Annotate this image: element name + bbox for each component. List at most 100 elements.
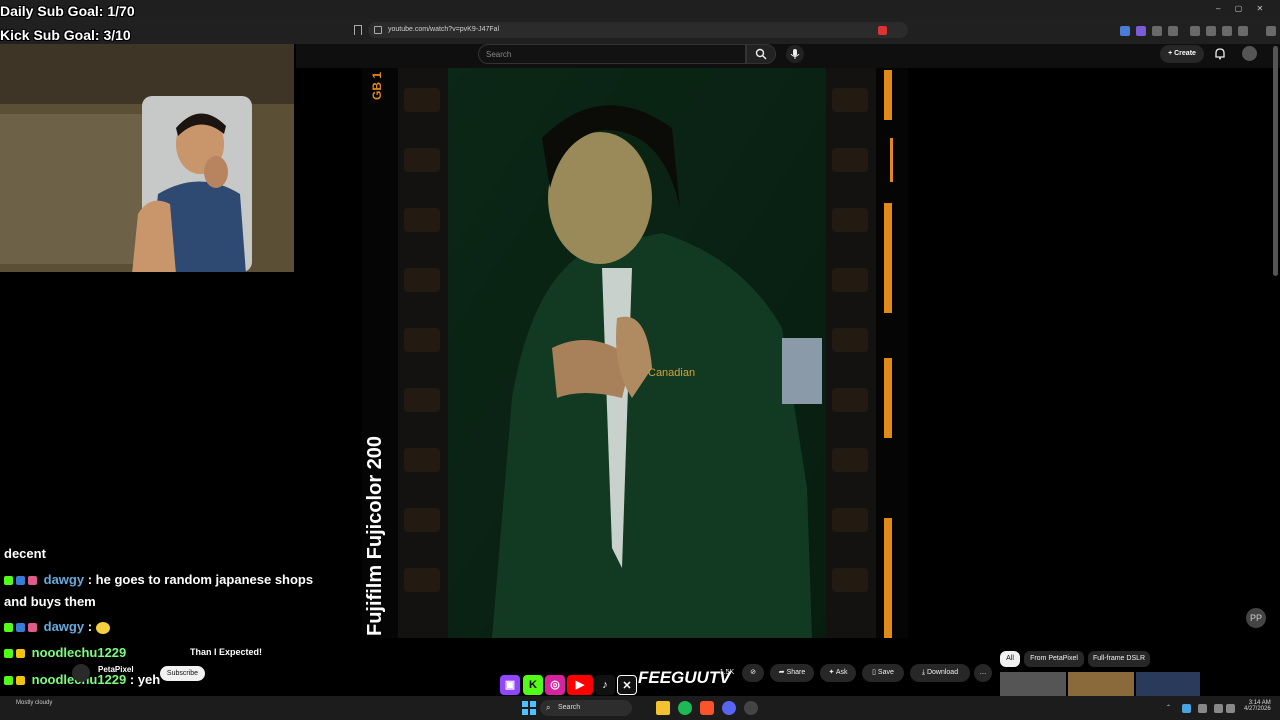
- notifications-button[interactable]: [1214, 47, 1226, 65]
- page-scrollbar[interactable]: [1273, 46, 1278, 276]
- bookmark-icon[interactable]: [354, 25, 362, 35]
- clock-date: 4/27/2026: [1244, 706, 1271, 712]
- chat-message: and buys them: [4, 594, 96, 609]
- chat-username[interactable]: dawgy: [44, 572, 84, 587]
- discord-icon[interactable]: [722, 701, 736, 715]
- twitch-icon: ▣: [500, 675, 520, 695]
- microphone-icon: [790, 49, 800, 59]
- file-explorer-icon[interactable]: [656, 701, 670, 715]
- thumbnail[interactable]: [1000, 672, 1066, 696]
- thumbnail[interactable]: [1136, 672, 1200, 696]
- search-input[interactable]: Search: [478, 44, 746, 64]
- more-actions-button[interactable]: …: [974, 664, 992, 682]
- youtube-icon: ▶: [567, 675, 593, 695]
- extension-icon[interactable]: [1120, 26, 1130, 36]
- channel-watermark[interactable]: PP: [1246, 608, 1266, 628]
- search-button[interactable]: [746, 44, 776, 64]
- weather-widget[interactable]: Mostly cloudy: [16, 700, 52, 706]
- media-icon[interactable]: [1190, 26, 1200, 36]
- chat-text: decent: [4, 546, 46, 561]
- windows-icon: [522, 701, 536, 715]
- thumbs-down-icon: ⊘: [750, 669, 756, 676]
- spotify-icon[interactable]: [678, 701, 692, 715]
- tray-app-icon[interactable]: [1198, 704, 1207, 713]
- minimize-button[interactable]: –: [1216, 4, 1220, 13]
- ask-button[interactable]: ✦ Ask: [820, 664, 856, 682]
- sparkle-icon: ✦: [828, 669, 836, 676]
- daily-sub-goal: Daily Sub Goal: 1/70: [0, 3, 135, 19]
- channel-name[interactable]: PetaPixel: [98, 665, 134, 674]
- tray-app-icon[interactable]: [1182, 704, 1191, 713]
- kick-badge-icon: [4, 649, 13, 659]
- wallet-icon[interactable]: [1222, 26, 1232, 36]
- close-button[interactable]: ✕: [1256, 4, 1263, 13]
- chat-message: decent: [4, 546, 46, 561]
- chat-message: dawgy :: [4, 619, 110, 634]
- create-button[interactable]: + Create: [1160, 45, 1204, 63]
- chip-from-petapixel[interactable]: From PetaPixel: [1024, 651, 1084, 667]
- channel-avatar[interactable]: [72, 664, 90, 682]
- vpn-icon[interactable]: [1238, 26, 1248, 36]
- chip-all[interactable]: All: [1000, 651, 1020, 667]
- create-label: Create: [1174, 50, 1196, 57]
- download-button[interactable]: ⤓ Download: [910, 664, 970, 682]
- share-icon: ➦: [778, 669, 787, 676]
- webcam-image: [0, 44, 294, 272]
- dislike-button[interactable]: ⊘: [742, 664, 764, 682]
- thumbnail[interactable]: [1068, 672, 1134, 696]
- brave-shield-icon[interactable]: [878, 26, 887, 35]
- split-view-icon[interactable]: [1206, 26, 1216, 36]
- extension-icon[interactable]: [1136, 26, 1146, 36]
- tiktok-icon: ♪: [595, 675, 615, 695]
- kick-badge-icon: [4, 676, 13, 686]
- avatar[interactable]: [1242, 46, 1257, 61]
- chat-message: noodlechu1229: [4, 645, 126, 660]
- sub-badge-icon: [16, 623, 25, 633]
- chat-text: :: [87, 619, 93, 634]
- chat-text: and buys them: [4, 594, 96, 609]
- site-info-icon[interactable]: [374, 26, 382, 34]
- share-label: Share: [786, 669, 806, 676]
- sidebar-icon[interactable]: [1168, 26, 1178, 36]
- instagram-icon: ◎: [545, 675, 565, 695]
- subscribe-button[interactable]: Subscribe: [160, 666, 205, 681]
- tray-chevron-icon[interactable]: ⌃: [1166, 704, 1171, 711]
- maximize-button[interactable]: ▢: [1235, 4, 1243, 13]
- webcam-feed: [0, 44, 294, 272]
- search-icon: ⌕: [546, 703, 551, 712]
- app-icon[interactable]: [744, 701, 758, 715]
- sub-badge-icon: [16, 576, 25, 586]
- start-button[interactable]: [522, 701, 536, 715]
- window-controls[interactable]: – ▢ ✕: [1216, 4, 1263, 13]
- save-button[interactable]: ▯ Save: [862, 664, 904, 682]
- film-stock-label: Fujifilm Fujicolor 200: [364, 435, 386, 636]
- clock[interactable]: 3:14 AM 4/27/2026: [1244, 700, 1271, 712]
- address-bar[interactable]: youtube.com/watch?v=pvK9-J47Fal: [368, 22, 908, 38]
- chat-username[interactable]: dawgy: [44, 619, 84, 634]
- sub-badge-icon: [16, 649, 25, 659]
- share-button[interactable]: ➦ Share: [770, 664, 814, 682]
- menu-icon[interactable]: [1266, 26, 1276, 36]
- chip-full-frame-dslr[interactable]: Full-frame DSLR: [1088, 651, 1150, 667]
- chat-message: dawgy : he goes to random japanese shops: [4, 572, 313, 587]
- like-count[interactable]: 1.5K: [712, 664, 742, 682]
- video-title: Than I Expected!: [190, 647, 263, 657]
- chat-text: : he goes to random japanese shops: [87, 572, 314, 587]
- network-icon[interactable]: [1214, 704, 1223, 713]
- gift-badge-icon: [28, 576, 37, 586]
- brave-icon[interactable]: [700, 701, 714, 715]
- voice-search-button[interactable]: [786, 45, 804, 63]
- extensions-puzzle-icon[interactable]: [1152, 26, 1162, 36]
- sub-badge-icon: [16, 676, 25, 686]
- taskbar: [0, 696, 1280, 720]
- video-player[interactable]: Canadian Fujifilm Fujicolor 200 GB 1: [362, 68, 908, 638]
- taskbar-search[interactable]: Search: [540, 700, 632, 716]
- film-code-label: GB 1: [370, 71, 384, 100]
- download-label: Download: [926, 669, 959, 676]
- emote-icon: [95, 621, 110, 634]
- kick-icon: K: [523, 675, 543, 695]
- volume-icon[interactable]: [1226, 704, 1235, 713]
- chat-username[interactable]: noodlechu1229: [32, 645, 127, 660]
- x-icon: ✕: [617, 675, 637, 695]
- browser-titlebar: [0, 0, 1280, 18]
